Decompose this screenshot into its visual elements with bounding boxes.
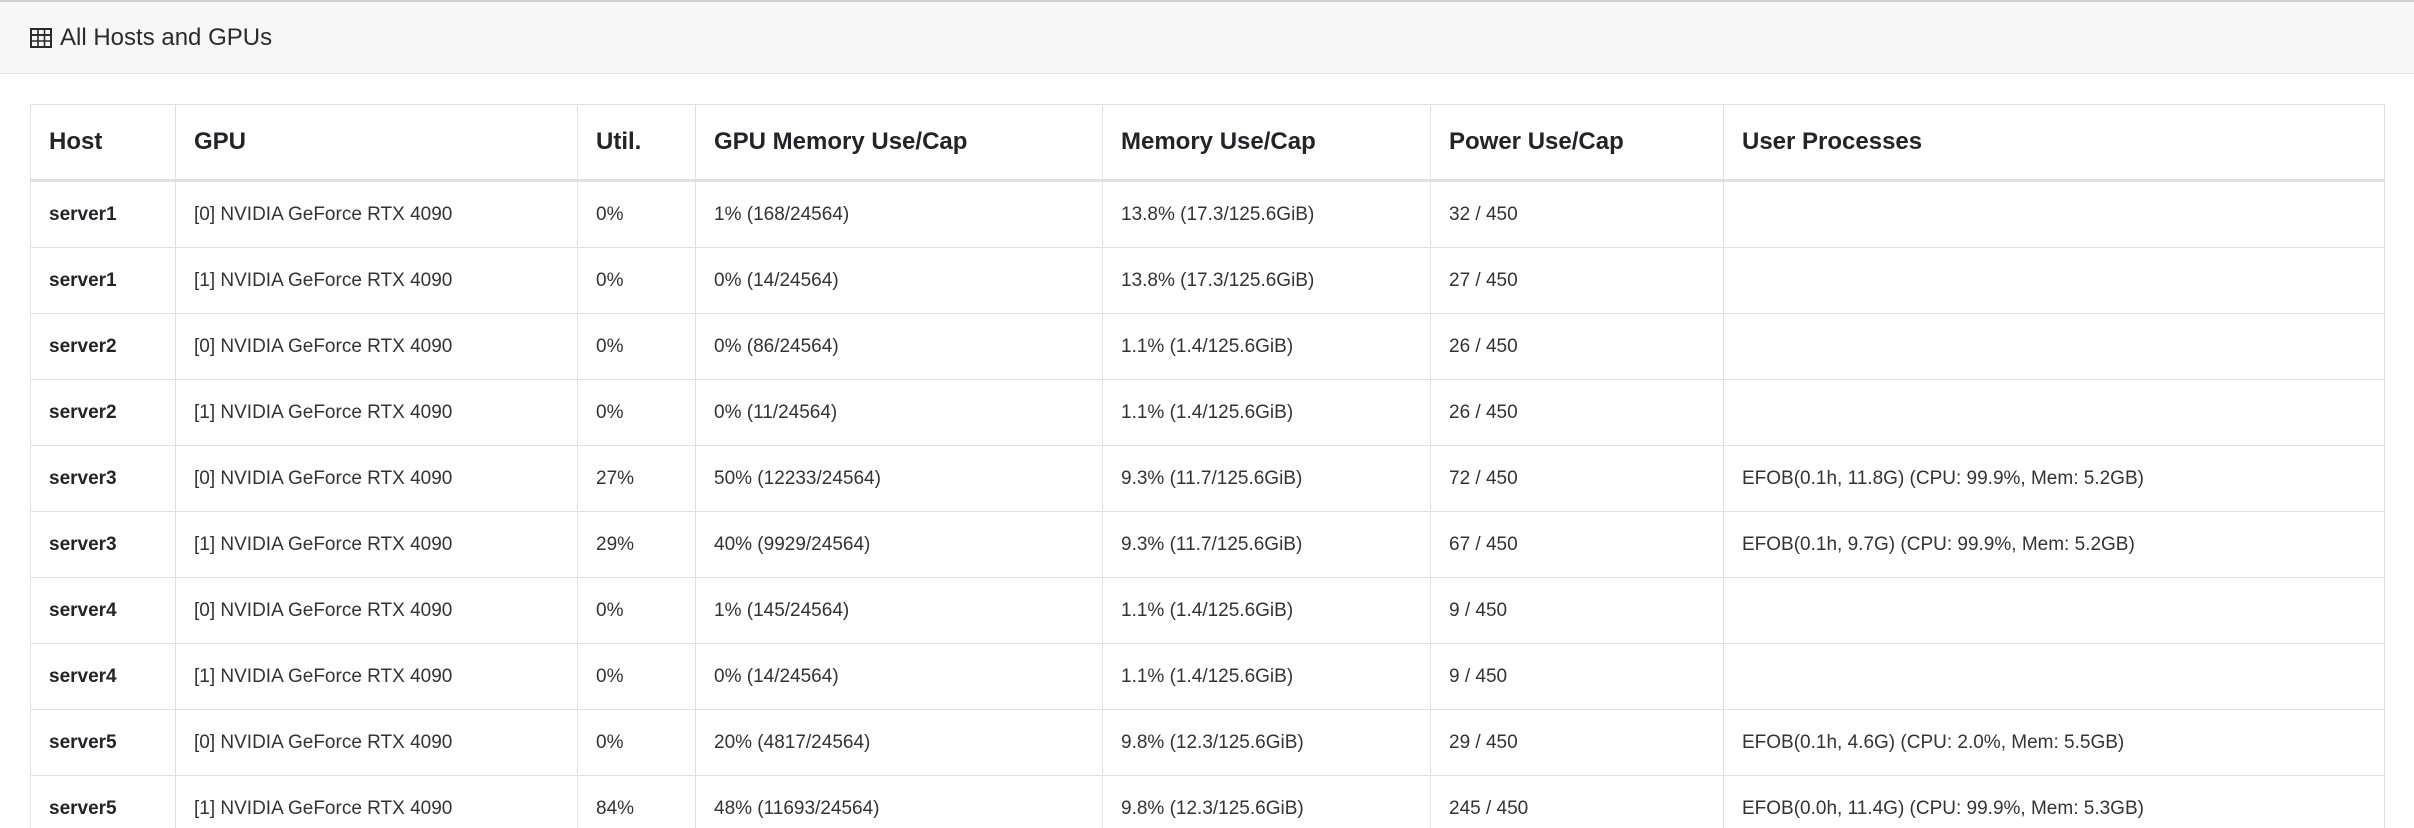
host-cell: server1 [30,247,176,314]
host-cell: server3 [30,511,176,578]
table-row: server5 [0] NVIDIA GeForce RTX 4090 0% 2… [30,709,2385,776]
table-icon [30,27,52,48]
host-cell: server5 [30,709,176,776]
gpu-cell: [1] NVIDIA GeForce RTX 4090 [175,379,578,446]
util-cell: 27% [577,445,696,512]
table-row: server1 [0] NVIDIA GeForce RTX 4090 0% 1… [30,180,2385,248]
host-cell: server4 [30,577,176,644]
memory-cell: 13.8% (17.3/125.6GiB) [1102,180,1431,248]
memory-cell: 13.8% (17.3/125.6GiB) [1102,247,1431,314]
gpu-cell: [0] NVIDIA GeForce RTX 4090 [175,577,578,644]
util-cell: 84% [577,775,696,828]
column-header-gpu[interactable]: GPU [175,104,578,182]
memory-cell: 1.1% (1.4/125.6GiB) [1102,379,1431,446]
host-cell: server1 [30,180,176,248]
user-processes-cell [1723,313,2385,380]
gpu-cell: [1] NVIDIA GeForce RTX 4090 [175,247,578,314]
util-cell: 0% [577,247,696,314]
hosts-table-container: Host GPU Util. GPU Memory Use/Cap Memory… [30,104,2385,828]
gpu-cell: [0] NVIDIA GeForce RTX 4090 [175,709,578,776]
util-cell: 0% [577,180,696,248]
user-processes-cell [1723,379,2385,446]
power-cell: 32 / 450 [1430,180,1724,248]
gpu-memory-cell: 0% (14/24564) [695,643,1103,710]
util-cell: 0% [577,577,696,644]
card-title: All Hosts and GPUs [60,23,273,51]
table-row: server4 [0] NVIDIA GeForce RTX 4090 0% 1… [30,577,2385,644]
power-cell: 9 / 450 [1430,643,1724,710]
page: All Hosts and GPUs Host GPU Util. GPU Me… [0,0,2414,828]
user-processes-cell [1723,643,2385,710]
user-processes-cell [1723,577,2385,644]
gpu-memory-cell: 0% (86/24564) [695,313,1103,380]
util-cell: 0% [577,709,696,776]
util-cell: 0% [577,379,696,446]
gpu-memory-cell: 0% (14/24564) [695,247,1103,314]
gpu-memory-cell: 1% (145/24564) [695,577,1103,644]
memory-cell: 9.8% (12.3/125.6GiB) [1102,775,1431,828]
util-cell: 0% [577,313,696,380]
power-cell: 9 / 450 [1430,577,1724,644]
host-cell: server4 [30,643,176,710]
table-header-row: Host GPU Util. GPU Memory Use/Cap Memory… [30,104,2385,182]
memory-cell: 9.3% (11.7/125.6GiB) [1102,511,1431,578]
gpu-cell: [1] NVIDIA GeForce RTX 4090 [175,775,578,828]
gpu-cell: [0] NVIDIA GeForce RTX 4090 [175,180,578,248]
memory-cell: 9.8% (12.3/125.6GiB) [1102,709,1431,776]
table-row: server1 [1] NVIDIA GeForce RTX 4090 0% 0… [30,247,2385,314]
card-header: All Hosts and GPUs [0,0,2414,74]
table-row: server4 [1] NVIDIA GeForce RTX 4090 0% 0… [30,643,2385,710]
host-cell: server3 [30,445,176,512]
memory-cell: 1.1% (1.4/125.6GiB) [1102,643,1431,710]
gpu-cell: [0] NVIDIA GeForce RTX 4090 [175,445,578,512]
memory-cell: 9.3% (11.7/125.6GiB) [1102,445,1431,512]
user-processes-cell [1723,180,2385,248]
user-processes-cell: EFOB(0.1h, 9.7G) (CPU: 99.9%, Mem: 5.2GB… [1723,511,2385,578]
table-row: server2 [1] NVIDIA GeForce RTX 4090 0% 0… [30,379,2385,446]
table-body: server1 [0] NVIDIA GeForce RTX 4090 0% 1… [30,180,2385,828]
table-row: server5 [1] NVIDIA GeForce RTX 4090 84% … [30,775,2385,828]
gpu-memory-cell: 20% (4817/24564) [695,709,1103,776]
gpu-memory-cell: 48% (11693/24564) [695,775,1103,828]
column-header-user-processes[interactable]: User Processes [1723,104,2385,182]
user-processes-cell: EFOB(0.1h, 4.6G) (CPU: 2.0%, Mem: 5.5GB) [1723,709,2385,776]
table-row: server2 [0] NVIDIA GeForce RTX 4090 0% 0… [30,313,2385,380]
user-processes-cell: EFOB(0.0h, 11.4G) (CPU: 99.9%, Mem: 5.3G… [1723,775,2385,828]
table-row: server3 [1] NVIDIA GeForce RTX 4090 29% … [30,511,2385,578]
host-cell: server2 [30,313,176,380]
util-cell: 0% [577,643,696,710]
power-cell: 245 / 450 [1430,775,1724,828]
host-cell: server2 [30,379,176,446]
hosts-gpus-table: Host GPU Util. GPU Memory Use/Cap Memory… [30,104,2385,828]
user-processes-cell: EFOB(0.1h, 11.8G) (CPU: 99.9%, Mem: 5.2G… [1723,445,2385,512]
gpu-cell: [1] NVIDIA GeForce RTX 4090 [175,643,578,710]
gpu-memory-cell: 40% (9929/24564) [695,511,1103,578]
column-header-gpu-memory[interactable]: GPU Memory Use/Cap [695,104,1103,182]
gpu-memory-cell: 0% (11/24564) [695,379,1103,446]
memory-cell: 1.1% (1.4/125.6GiB) [1102,313,1431,380]
column-header-memory[interactable]: Memory Use/Cap [1102,104,1431,182]
gpu-memory-cell: 50% (12233/24564) [695,445,1103,512]
host-cell: server5 [30,775,176,828]
column-header-host[interactable]: Host [30,104,176,182]
table-row: server3 [0] NVIDIA GeForce RTX 4090 27% … [30,445,2385,512]
gpu-cell: [1] NVIDIA GeForce RTX 4090 [175,511,578,578]
power-cell: 67 / 450 [1430,511,1724,578]
column-header-power[interactable]: Power Use/Cap [1430,104,1724,182]
gpu-memory-cell: 1% (168/24564) [695,180,1103,248]
power-cell: 26 / 450 [1430,379,1724,446]
power-cell: 72 / 450 [1430,445,1724,512]
power-cell: 26 / 450 [1430,313,1724,380]
power-cell: 27 / 450 [1430,247,1724,314]
user-processes-cell [1723,247,2385,314]
power-cell: 29 / 450 [1430,709,1724,776]
column-header-util[interactable]: Util. [577,104,696,182]
util-cell: 29% [577,511,696,578]
memory-cell: 1.1% (1.4/125.6GiB) [1102,577,1431,644]
gpu-cell: [0] NVIDIA GeForce RTX 4090 [175,313,578,380]
